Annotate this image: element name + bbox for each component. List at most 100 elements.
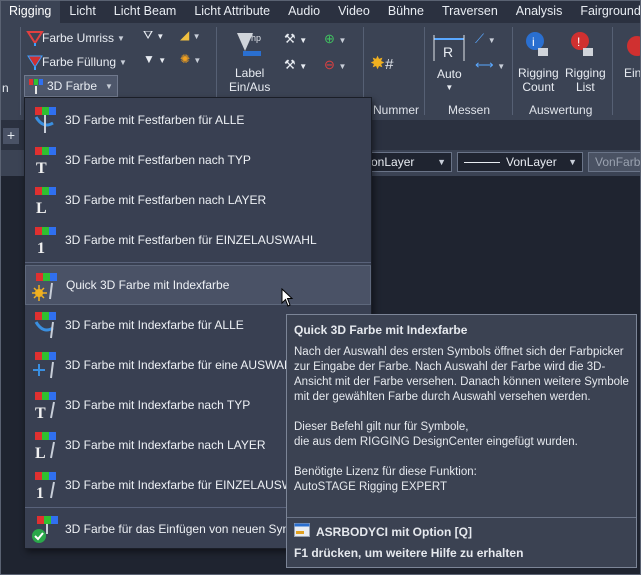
tooltip-help-hint: F1 drücken, um weitere Hilfe zu erhalten	[294, 546, 524, 560]
measure-line-icon[interactable]: ⟷ ▼	[475, 53, 505, 79]
tab-audio[interactable]: Audio	[279, 0, 329, 23]
label-ein-aus-button[interactable]: Label Ein/Aus	[229, 66, 270, 94]
label-ein-aus-icon[interactable]: hp	[233, 29, 267, 59]
ribbon-left-stub: n	[2, 81, 9, 95]
add-icon[interactable]: ⊕ ▼	[324, 27, 346, 53]
triangle-fill-icon[interactable]: ▼ ▼	[143, 52, 166, 76]
linetype-combo[interactable]: VonLayer ▼	[457, 152, 583, 172]
3d-farbe-button[interactable]: 3D Farbe ▼	[24, 75, 118, 97]
svg-text:T: T	[36, 160, 47, 175]
color-combo[interactable]: VonFarbe	[588, 152, 641, 172]
chevron-down-icon: ▼	[445, 83, 454, 92]
menu-item-label: 3D Farbe mit Indexfarbe für EINZELAUSWAH…	[65, 478, 316, 492]
farbe-umriss-button[interactable]: Farbe Umriss ▼	[26, 27, 125, 49]
eraser-icon[interactable]: ◢ ▼	[180, 28, 201, 52]
chevron-down-icon: ▼	[437, 157, 446, 167]
menu-item-label: 3D Farbe mit Festfarben nach TYP	[65, 153, 251, 167]
rigging-count-icon[interactable]: i	[524, 31, 550, 57]
nummer-section-label: Nummer	[373, 103, 420, 117]
ein-stub-label[interactable]: Ein	[624, 66, 641, 80]
chevron-down-icon[interactable]: ▼	[117, 34, 125, 43]
ribbon-small-icons-3: ⚒ ▼ ⚒ ▼	[284, 27, 307, 79]
menu-item-festfarben-einzelauswahl[interactable]: 1 3D Farbe mit Festfarben für EINZELAUSW…	[25, 220, 371, 260]
ribbon-separator	[612, 27, 613, 115]
3d-index-type-icon: T	[31, 390, 61, 422]
menu-item-label: Quick 3D Farbe mit Indexfarbe	[66, 278, 230, 292]
label-ein-aus-line2: Ein/Aus	[229, 80, 271, 94]
3d-color-single-icon: 1	[31, 225, 61, 257]
rigging-list-icon[interactable]: !	[569, 31, 595, 57]
tooltip-panel: Quick 3D Farbe mit Indexfarbe Nach der A…	[286, 314, 637, 568]
tab-fairground[interactable]: Fairground	[571, 0, 641, 23]
chevron-down-icon: ▼	[568, 157, 577, 167]
menu-item-festfarben-alle[interactable]: 3D Farbe mit Festfarben für ALLE	[25, 100, 371, 140]
tab-analysis[interactable]: Analysis	[507, 0, 572, 23]
rigging-list-button[interactable]: Rigging List	[565, 66, 606, 94]
tooltip-command: ASRBODYCI mit Option [Q]	[294, 523, 472, 541]
burst-icon[interactable]: ✺ ▼	[180, 52, 201, 76]
label-tool-icon[interactable]: ⚒ ▼	[284, 27, 307, 53]
rigging-count-button[interactable]: Rigging Count	[518, 66, 559, 94]
3d-farbe-label: 3D Farbe	[47, 79, 98, 93]
farbe-fuellung-button[interactable]: Farbe Füllung ▼	[26, 51, 127, 73]
remove-icon[interactable]: ⊖ ▼	[324, 53, 346, 79]
measure-auto-icon[interactable]: R	[432, 33, 466, 63]
tab-rigging[interactable]: Rigging	[0, 0, 61, 23]
menu-item-quick-indexfarbe[interactable]: Quick 3D Farbe mit Indexfarbe	[25, 265, 371, 305]
svg-text:1: 1	[37, 240, 45, 255]
add-tab-icon[interactable]: +	[3, 128, 19, 144]
3d-color-icon	[27, 78, 43, 94]
3d-color-layer-icon: L	[31, 185, 61, 217]
triangle-outline-icon[interactable]: ⛛ ▼	[143, 28, 166, 52]
numbering-sun-icon[interactable]: ✸#	[370, 53, 393, 74]
3d-color-new-symbols-icon	[31, 514, 61, 544]
3d-index-layer-icon: L	[31, 430, 61, 462]
tooltip-license-line2: AutoSTAGE Rigging EXPERT	[294, 481, 447, 493]
3d-index-all-icon	[31, 310, 61, 340]
tooltip-description: Nach der Auswahl des ersten Symbols öffn…	[294, 346, 629, 403]
3d-index-selection-icon	[31, 350, 61, 380]
tab-licht-beam[interactable]: Licht Beam	[105, 0, 186, 23]
svg-text:i: i	[532, 35, 535, 49]
ein-stub-icon[interactable]	[624, 35, 641, 57]
layer-combo[interactable]: onLayer ▼	[364, 152, 452, 172]
label-tool-icon[interactable]: ⚒ ▼	[284, 53, 307, 79]
fill-color-icon	[26, 54, 43, 70]
svg-text:hp: hp	[251, 33, 261, 43]
ribbon-tabbar: Rigging Licht Licht Beam Licht Attribute…	[0, 0, 641, 23]
color-combo-value: VonFarbe	[595, 155, 641, 169]
tab-traversen[interactable]: Traversen	[433, 0, 507, 23]
tooltip-command-text: ASRBODYCI mit Option [Q]	[316, 524, 472, 539]
3d-color-all-icon	[31, 105, 61, 135]
tab-video[interactable]: Video	[329, 0, 379, 23]
tooltip-scope: Dieser Befehl gilt nur für Symbole, die …	[294, 420, 634, 450]
measure-angle-icon[interactable]: ⟋ ▼	[475, 27, 505, 53]
svg-text:L: L	[35, 445, 46, 460]
3d-color-type-icon: T	[31, 145, 61, 177]
rigging-count-line1: Rigging	[518, 66, 559, 80]
auto-button[interactable]: Auto ▼	[437, 67, 462, 95]
menu-item-label: 3D Farbe mit Indexfarbe nach TYP	[65, 398, 251, 412]
auswertung-section-label: Auswertung	[529, 103, 593, 117]
ribbon-separator	[20, 27, 21, 115]
tab-licht-attribute[interactable]: Licht Attribute	[185, 0, 279, 23]
ribbon-small-icons-2: ◢ ▼ ✺ ▼	[180, 28, 201, 76]
chevron-down-icon[interactable]: ▼	[119, 58, 127, 67]
rigging-count-line2: Count	[522, 80, 555, 94]
farbe-umriss-label: Farbe Umriss	[42, 31, 115, 45]
menu-item-festfarben-layer[interactable]: L 3D Farbe mit Festfarben nach LAYER	[25, 180, 371, 220]
ribbon-separator	[424, 27, 425, 115]
chevron-down-icon[interactable]: ▼	[105, 82, 113, 91]
svg-text:!: !	[577, 35, 580, 49]
tab-licht[interactable]: Licht	[60, 0, 104, 23]
tooltip-title: Quick 3D Farbe mit Indexfarbe	[294, 323, 468, 337]
rigging-list-line1: Rigging	[565, 66, 606, 80]
tab-buehne[interactable]: Bühne	[379, 0, 433, 23]
menu-item-festfarben-typ[interactable]: T 3D Farbe mit Festfarben nach TYP	[25, 140, 371, 180]
menu-item-label: 3D Farbe mit Festfarben nach LAYER	[65, 193, 267, 207]
svg-text:T: T	[35, 405, 46, 420]
tooltip-body: Nach der Auswahl des ersten Symbols öffn…	[294, 345, 634, 510]
tooltip-license-line1: Benötigte Lizenz für diese Funktion:	[294, 466, 477, 478]
svg-text:R: R	[443, 44, 453, 60]
tooltip-scope-line1: Dieser Befehl gilt nur für Symbole,	[294, 421, 469, 433]
